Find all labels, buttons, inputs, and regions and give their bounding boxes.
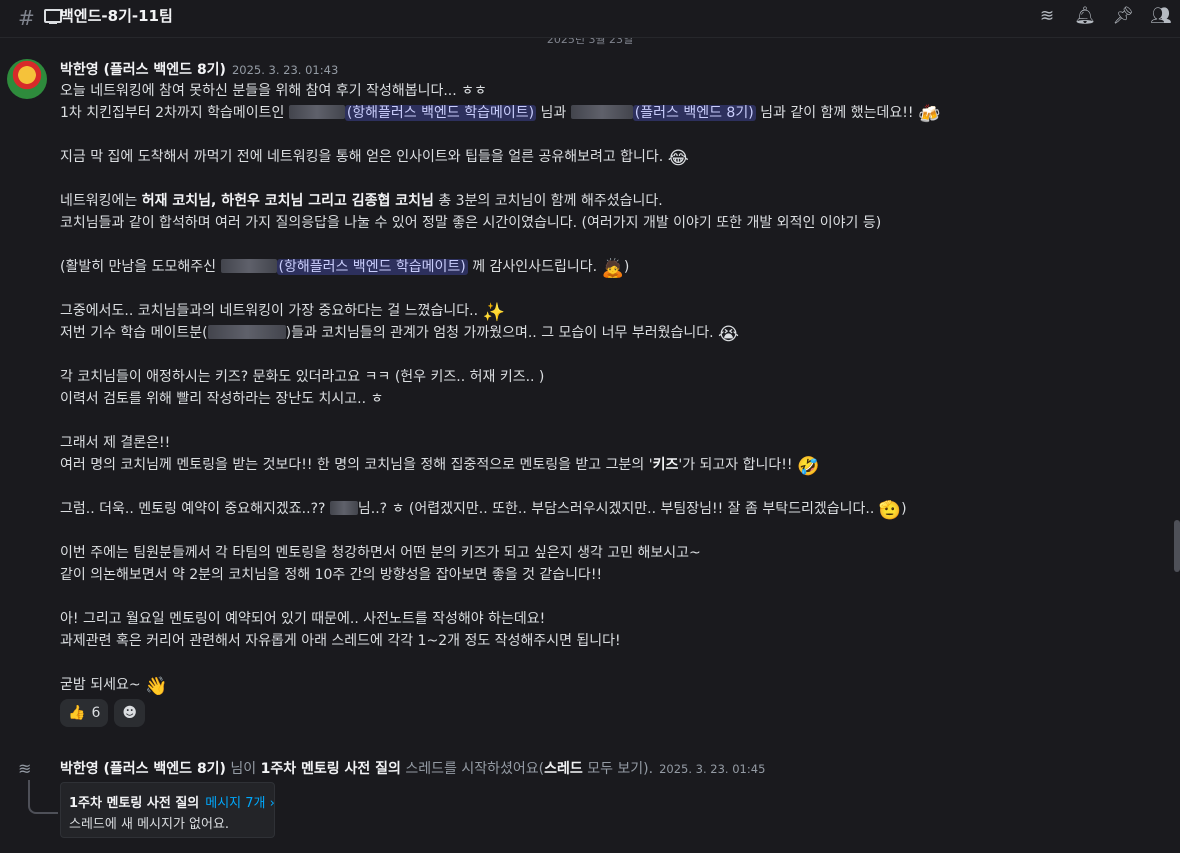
text: 님과 같이 함께 했는데요!!	[755, 105, 918, 121]
text: 굳밤 되세요~	[60, 677, 146, 693]
beer-emoji: 🍻	[917, 104, 941, 125]
message-line: 이번 주에는 팀원분들께서 각 타팀의 멘토링을 청강하면서 어떤 분의 키즈가…	[60, 545, 701, 561]
thread-card[interactable]: 1주차 멘토링 사전 질의 메시지 7개 › 스레드에 새 메시지가 없어요.	[60, 782, 275, 838]
text: '가 되고자 합니다!!	[678, 457, 797, 473]
timestamp: 2025. 3. 23. 01:43	[231, 63, 339, 77]
author-name[interactable]: 박한영 (플러스 백엔드 8기)	[60, 62, 226, 78]
text: 여러 명의 코치님께 멘토링을 받는 것보다!! 한 명의 코치님을 정해 집중…	[60, 457, 653, 473]
text: 그중에서도.. 코치님들과의 네트워킹이 가장 중요하다는 걸 느꼈습니다..	[60, 303, 483, 319]
reaction-count: 6	[91, 705, 101, 721]
text: 저번 기수 학습 메이트분(	[60, 325, 208, 341]
message-line: 지금 막 집에 도착해서 까먹기 전에 네트워킹을 통해 얻은 인사이트와 팁들…	[60, 146, 689, 169]
channel-hash-icon: #	[18, 6, 35, 30]
rofl-emoji: 🤣	[796, 456, 820, 477]
text: 네트워킹에는	[60, 193, 142, 209]
thread-message-count[interactable]: 메시지 7개 ›	[205, 796, 275, 811]
scrollbar-thumb[interactable]	[1174, 520, 1180, 572]
add-reaction-button[interactable]: ☻	[114, 699, 145, 727]
members-icon[interactable]: 👥︎	[1150, 5, 1172, 27]
mention-8th[interactable]: (플러스 백엔드 8기)	[632, 105, 756, 121]
message-line: 이력서 검토를 위해 빨리 작성하라는 장난도 치시고.. ㅎ	[60, 391, 384, 407]
message-line: 과제관련 혹은 커리어 관련해서 자유롭게 아래 스레드에 각각 1~2개 정도…	[60, 633, 621, 649]
message-line: 코치님들과 같이 합석하며 여러 가지 질의응답을 나눌 수 있어 정말 좋은 …	[60, 215, 882, 231]
reaction-thumbs-up[interactable]: 👍 6	[60, 699, 109, 727]
thread-timestamp: 2025. 3. 23. 01:45	[659, 762, 766, 776]
text: 스레드를 시작하셨어요(	[400, 761, 545, 777]
thread-card-name: 1주차 멘토링 사전 질의	[69, 796, 200, 811]
header-toolbar: ≋ 🔔︎ 📌︎ 👥︎	[1036, 5, 1172, 27]
text: )	[623, 259, 630, 275]
message-line: 그럼.. 더욱.. 멘토링 예약이 중요해지겠죠..?? 님..? ㅎ (어렵겠…	[60, 498, 907, 521]
channel-name: 백엔드-8기-11팀	[60, 7, 173, 25]
bold-text: 키즈	[652, 457, 679, 473]
sparkles-emoji: ✨	[482, 302, 505, 323]
text: 님이	[225, 761, 261, 777]
message-line: 저번 기수 학습 메이트분( )들과 코치님들의 관계가 엄청 가까웠으며.. 그…	[60, 322, 739, 345]
message-line: (활발히 만남을 도모해주신 (항해플러스 백엔드 학습메이트) 께 감사인사드…	[60, 256, 629, 279]
channel-header: # 백엔드-8기-11팀 ≋ 🔔︎ 📌︎ 👥︎	[0, 0, 1180, 38]
bold-text: 허재 코치님, 하헌우 코치님 그리고 김종협 코치님	[141, 193, 434, 209]
redacted-name	[207, 325, 286, 339]
threads-icon[interactable]: ≋	[1036, 5, 1058, 27]
text: 지금 막 집에 도착해서 까먹기 전에 네트워킹을 통해 얻은 인사이트와 팁들…	[60, 149, 668, 165]
text: 모두 보기).	[582, 761, 654, 777]
wave-emoji: 👋	[145, 676, 168, 697]
message-line: 오늘 네트워킹에 참여 못하신 분들을 위해 참여 후기 작성해봅니다... ㅎ…	[60, 83, 487, 99]
thread-card-status: 스레드에 새 메시지가 없어요.	[69, 817, 230, 832]
message-line: 굳밤 되세요~ 👋	[60, 674, 167, 697]
message-line: 같이 의논해보면서 약 2분의 코치님을 정해 10주 간의 방향성을 잡아보면…	[60, 567, 603, 583]
thread-author[interactable]: 박한영 (플러스 백엔드 8기)	[60, 761, 226, 777]
thumbs-up-icon: 👍	[68, 705, 86, 721]
thread-icon: ≋	[18, 759, 32, 778]
see-all-threads-link[interactable]: 스레드	[544, 761, 583, 777]
text: 총 3분의 코치님이 함께 해주셨습니다.	[433, 193, 663, 209]
pin-icon[interactable]: 📌︎	[1112, 5, 1134, 27]
salute-emoji: 🫡	[878, 500, 902, 521]
message-line: 그중에서도.. 코치님들과의 네트워킹이 가장 중요하다는 걸 느꼈습니다.. …	[60, 300, 505, 323]
bell-icon[interactable]: 🔔︎	[1074, 5, 1096, 27]
message-line: 1차 치킨집부터 2차까지 학습메이트인 (항해플러스 백엔드 학습메이트) 님…	[60, 102, 940, 125]
text: 님..? ㅎ (어렵겠지만.. 또한.. 부담스러우시겠지만.. 부팀장님!! …	[357, 501, 879, 517]
text: 께 감사인사드립니다.	[467, 259, 602, 275]
text: )	[901, 501, 907, 517]
text: (활발히 만남을 도모해주신	[60, 259, 221, 275]
message-line: 여러 명의 코치님께 멘토링을 받는 것보다!! 한 명의 코치님을 정해 집중…	[60, 454, 819, 477]
mention-mate[interactable]: (항해플러스 백엔드 학습메이트)	[276, 259, 468, 275]
redacted-name	[570, 105, 633, 119]
redacted-name	[288, 105, 345, 119]
message-line: 아! 그리고 월요일 멘토링이 예약되어 있기 때문에.. 사전노트를 작성해야…	[60, 611, 546, 627]
avatar[interactable]	[7, 59, 47, 99]
thread-name[interactable]: 1주차 멘토링 사전 질의	[261, 761, 401, 777]
message-line: 각 코치님들이 애정하시는 키즈? 문화도 있더라고요 ㅋㅋ (헌우 키즈.. …	[60, 369, 545, 385]
joy-emoji: 😂	[667, 148, 689, 169]
mention-mate[interactable]: (항해플러스 백엔드 학습메이트)	[344, 105, 537, 121]
redacted-name	[329, 501, 358, 515]
cry-emoji: 😭	[718, 324, 740, 345]
text: 그럼.. 더욱.. 멘토링 예약이 중요해지겠죠..??	[60, 501, 330, 517]
bow-emoji: 🙇	[601, 258, 624, 279]
text: )들과 코치님들의 관계가 엄청 가까웠으며.. 그 모습이 너무 부러웠습니다…	[285, 325, 719, 341]
message-header: 박한영 (플러스 백엔드 8기) 2025. 3. 23. 01:43	[60, 59, 338, 79]
message-line: 그래서 제 결론은!!	[60, 435, 171, 451]
thread-connector	[28, 780, 58, 814]
smiley-icon: ☻	[122, 705, 137, 721]
thread-started-line: 박한영 (플러스 백엔드 8기) 님이 1주차 멘토링 사전 질의 스레드를 시…	[60, 758, 765, 778]
text: 1차 치킨집부터 2차까지 학습메이트인	[60, 105, 289, 121]
message-line: 네트워킹에는 허재 코치님, 하헌우 코치님 그리고 김종협 코치님 총 3분의…	[60, 190, 663, 210]
reactions-bar: 👍 6 ☻	[60, 699, 145, 727]
redacted-name	[220, 259, 277, 273]
text: 님과	[536, 105, 571, 121]
thread-card-title: 1주차 멘토링 사전 질의 메시지 7개 ›	[69, 792, 275, 811]
